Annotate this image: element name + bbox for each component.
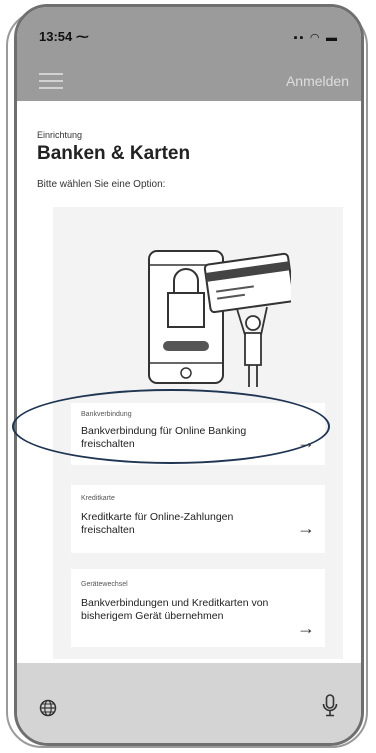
top-bar: 13:54 ⁓ ▪▪ ◠ ▬ Anmelden xyxy=(17,7,361,101)
phone-card-illustration xyxy=(148,250,291,387)
option-title: Bankverbindung für Online Banking freisc… xyxy=(81,425,247,450)
arrow-right-icon: → xyxy=(297,432,315,452)
option-label: Gerätewechsel xyxy=(81,581,128,588)
page-subtitle: Bitte wählen Sie eine Option: xyxy=(37,179,166,190)
status-bar: 13:54 ⁓ ▪▪ ◠ ▬ xyxy=(39,29,339,47)
login-button[interactable]: Anmelden xyxy=(286,73,349,89)
main-content: Einrichtung Banken & Karten Bitte wählen… xyxy=(17,101,361,663)
arrow-right-icon: → xyxy=(297,618,315,638)
status-icons: ▪▪ ◠ ▬ xyxy=(293,32,339,44)
bottom-bar xyxy=(17,663,361,743)
page-eyebrow: Einrichtung xyxy=(37,130,83,140)
hamburger-icon[interactable] xyxy=(39,73,63,89)
phone-frame: 13:54 ⁓ ▪▪ ◠ ▬ Anmelden Einrichtung Bank… xyxy=(14,4,364,746)
option-title: Kreditkarte für Online-Zahlungen freisch… xyxy=(81,511,234,536)
page-title: Banken & Karten xyxy=(37,143,191,164)
option-label: Bankverbindung xyxy=(81,411,132,418)
option-card-bankverbindung[interactable]: Bankverbindung Bankverbindung für Online… xyxy=(71,403,325,465)
arrow-right-icon: → xyxy=(297,518,315,538)
globe-icon[interactable] xyxy=(39,699,57,717)
option-label: Kreditkarte xyxy=(81,495,115,502)
options-panel: Bankverbindung Bankverbindung für Online… xyxy=(53,207,343,659)
option-title: Bankverbindungen und Kreditkarten von bi… xyxy=(81,597,269,622)
option-card-geraetewechsel[interactable]: Gerätewechsel Bankverbindungen und Kredi… xyxy=(71,569,325,647)
option-card-kreditkarte[interactable]: Kreditkarte Kreditkarte für Online-Zahlu… xyxy=(71,485,325,553)
microphone-icon[interactable] xyxy=(321,694,339,718)
status-time: 13:54 ⁓ xyxy=(39,29,89,44)
